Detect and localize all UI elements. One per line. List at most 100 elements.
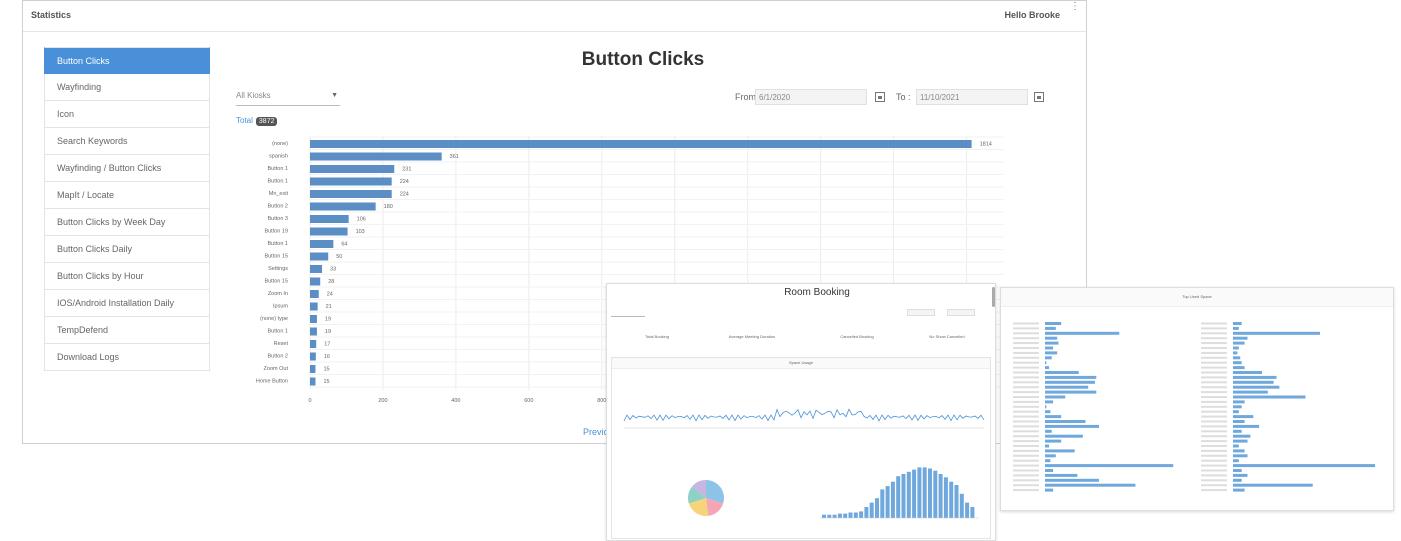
from-date-input[interactable]: 6/1/2020: [755, 89, 867, 105]
space-label: [1013, 351, 1039, 354]
space-label: [1201, 435, 1227, 438]
space-label: [1013, 489, 1039, 492]
total-count: Total 3872: [236, 116, 278, 126]
bar-value-label: 15: [323, 379, 329, 385]
bar: [310, 315, 317, 323]
space-bar: [1045, 420, 1086, 423]
space-label: [1013, 459, 1039, 462]
user-greeting[interactable]: Hello Brooke: [1004, 10, 1060, 20]
space-bar: [1233, 331, 1320, 335]
space-bar: [1233, 488, 1245, 492]
bar: [310, 215, 349, 223]
space-bar: [1045, 483, 1136, 487]
space-label: [1201, 386, 1227, 389]
space-bar: [1233, 336, 1248, 340]
bar: [310, 277, 321, 286]
kiosk-select[interactable]: All Kiosks ▼: [236, 87, 340, 106]
category-label: Ipsum: [273, 304, 288, 310]
space-label: [1201, 449, 1227, 452]
space-bar: [1233, 346, 1239, 350]
hour-bar: [954, 485, 959, 518]
bar-value-label: 15: [323, 367, 329, 373]
sidebar-item[interactable]: IOS/Android Installation Daily: [44, 290, 210, 317]
bar: [310, 202, 376, 211]
space-label: [1013, 356, 1039, 359]
space-bar: [1045, 400, 1054, 404]
space-label: [1013, 469, 1039, 472]
to-calendar-icon[interactable]: [1034, 92, 1044, 102]
space-label: [1013, 396, 1039, 398]
sidebar-item[interactable]: MapIt / Locate: [44, 182, 210, 209]
to-date-input[interactable]: 11/10/2021: [916, 89, 1028, 105]
space-bar: [1233, 439, 1248, 443]
sidebar-item[interactable]: Button Clicks: [44, 47, 210, 74]
sidebar-item[interactable]: Wayfinding: [44, 74, 210, 101]
sidebar-item[interactable]: Button Clicks Daily: [44, 236, 210, 263]
space-bar: [1045, 322, 1062, 325]
sidebar-item[interactable]: Search Keywords: [44, 128, 210, 155]
sidebar-item[interactable]: Icon: [44, 101, 210, 128]
hour-bar: [869, 502, 874, 518]
space-usage-line-chart: [623, 408, 985, 429]
space-label: [1201, 445, 1227, 447]
space-label: [1013, 484, 1039, 487]
space-bar: [1233, 375, 1277, 379]
sidebar-item[interactable]: Download Logs: [44, 344, 210, 371]
rb-from-date[interactable]: [907, 309, 935, 316]
space-label: [1201, 351, 1227, 354]
bar: [310, 352, 316, 361]
space-label: [1013, 474, 1039, 477]
bar: [310, 265, 323, 273]
hour-bar: [827, 514, 832, 518]
space-label: [1201, 391, 1227, 394]
category-label: Button 19: [264, 229, 288, 235]
hour-bar: [896, 476, 901, 518]
bar: [310, 152, 442, 161]
from-calendar-icon[interactable]: [875, 92, 885, 102]
x-tick-label: 600: [524, 398, 533, 404]
space-label: [1201, 469, 1227, 472]
room-booking-title: Room Booking: [784, 287, 850, 298]
sidebar-item[interactable]: Wayfinding / Button Clicks: [44, 155, 210, 182]
space-label: [1013, 361, 1039, 364]
hour-bar: [917, 467, 922, 518]
sidebar-item[interactable]: Button Clicks by Hour: [44, 263, 210, 290]
space-label: [1201, 464, 1227, 467]
space-label: [1201, 430, 1227, 433]
pagination-previous[interactable]: Previo: [583, 427, 609, 437]
rb-stat-total: Total Booking: [644, 334, 669, 339]
space-bar: [1233, 464, 1376, 468]
space-bar: [1233, 449, 1245, 453]
rb-to-date[interactable]: [947, 309, 975, 316]
space-bar: [1233, 366, 1245, 370]
category-label: Zoom Out: [264, 366, 289, 372]
space-bar: [1045, 415, 1062, 419]
top-space-left-chart: [1013, 322, 1174, 492]
more-options-icon[interactable]: ⋮: [1070, 2, 1080, 17]
space-bar: [1045, 361, 1047, 365]
space-label: [1201, 371, 1227, 374]
space-label: [1201, 420, 1227, 423]
bar: [310, 290, 319, 298]
rb-stat-noshow: No Show Cancelled: [929, 334, 965, 339]
space-bar: [1045, 439, 1062, 443]
bar-value-label: 28: [328, 279, 334, 285]
space-bar: [1045, 351, 1058, 355]
hour-bar: [965, 502, 970, 518]
bar: [310, 240, 334, 248]
space-bar: [1233, 410, 1239, 414]
sidebar-item[interactable]: Button Clicks by Week Day: [44, 209, 210, 236]
bar-value-label: 64: [341, 242, 347, 248]
space-label: [1013, 430, 1039, 433]
hour-bar: [848, 512, 853, 518]
space-bar: [1233, 380, 1274, 384]
space-label: [1013, 322, 1039, 325]
sidebar-item[interactable]: TempDefend: [44, 317, 210, 344]
space-bar: [1045, 478, 1099, 482]
space-label: [1013, 449, 1039, 452]
space-bar: [1045, 326, 1056, 330]
space-label: [1013, 332, 1039, 335]
rb-filter-select[interactable]: [611, 310, 645, 317]
rb-scrollbar[interactable]: [992, 287, 995, 307]
space-usage-header: Space Usage: [612, 358, 990, 369]
